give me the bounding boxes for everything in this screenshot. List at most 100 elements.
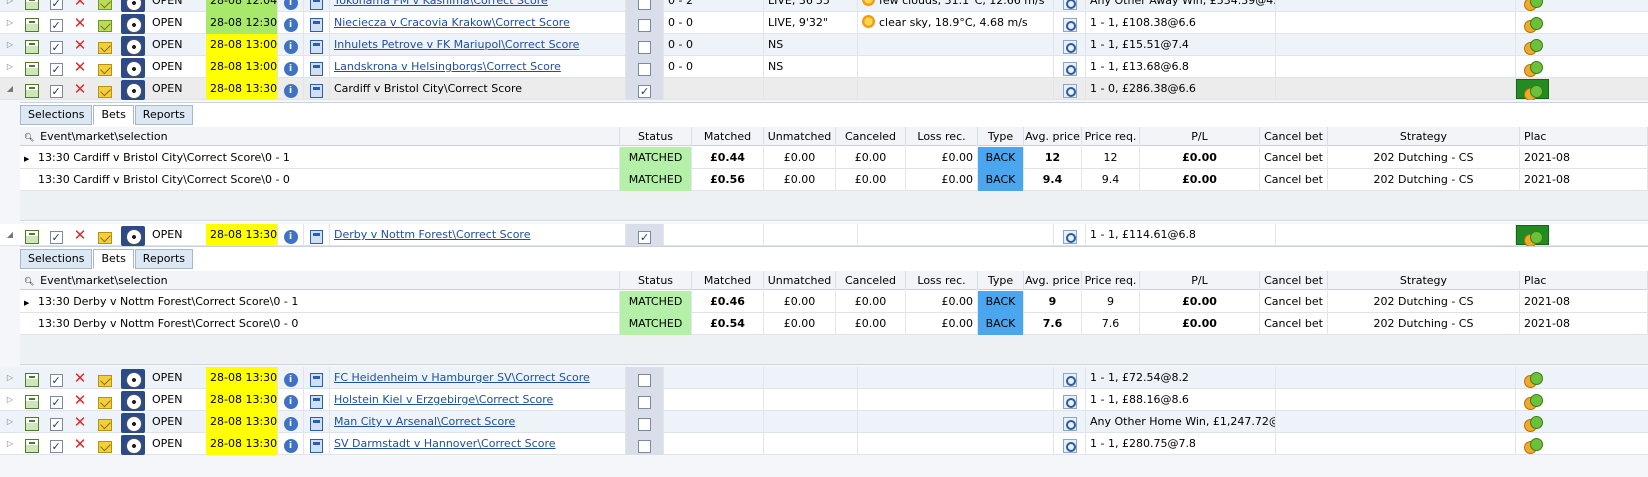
mail-button[interactable] bbox=[92, 34, 118, 56]
close-icon[interactable]: ✕ bbox=[74, 391, 87, 409]
market-checkbox[interactable] bbox=[638, 227, 651, 246]
market-checkbox[interactable] bbox=[638, 81, 651, 100]
magnifier-icon[interactable] bbox=[1062, 373, 1077, 387]
cashout-cell[interactable] bbox=[1516, 411, 1648, 433]
close-icon[interactable]: ✕ bbox=[74, 36, 87, 54]
info-icon[interactable]: i bbox=[283, 230, 298, 244]
info-button[interactable]: i bbox=[278, 56, 304, 78]
column-header-pl[interactable]: P/L bbox=[1140, 271, 1260, 290]
mail-icon[interactable] bbox=[98, 396, 112, 409]
bet-row[interactable]: 13:30 Derby v Nottm Forest\Correct Score… bbox=[20, 313, 1648, 335]
details-button[interactable] bbox=[1054, 389, 1086, 411]
cashout-cell[interactable] bbox=[1516, 34, 1648, 56]
info-icon[interactable]: i bbox=[283, 84, 298, 98]
calculator-icon[interactable] bbox=[310, 40, 323, 54]
bet-row[interactable]: ▶ 13:30 Cardiff v Bristol City\Correct S… bbox=[20, 147, 1648, 169]
search-icon[interactable]: 🔍︎ bbox=[24, 133, 34, 142]
document-icon[interactable] bbox=[20, 12, 44, 34]
close-market-button[interactable]: ✕ bbox=[68, 224, 92, 246]
market-select-cell[interactable] bbox=[626, 389, 664, 411]
info-icon[interactable]: i bbox=[283, 395, 298, 409]
info-icon[interactable]: i bbox=[283, 417, 298, 431]
mail-button[interactable] bbox=[92, 433, 118, 455]
checkbox-icon[interactable] bbox=[49, 227, 63, 246]
market-checkbox[interactable] bbox=[638, 0, 651, 10]
magnifier-icon[interactable] bbox=[1062, 62, 1077, 76]
calculator-icon[interactable] bbox=[310, 395, 323, 409]
market-select-cell[interactable] bbox=[626, 12, 664, 34]
info-button[interactable]: i bbox=[278, 411, 304, 433]
magnifier-icon[interactable] bbox=[1062, 18, 1077, 32]
document-icon[interactable] bbox=[20, 56, 44, 78]
coins-icon[interactable] bbox=[1524, 371, 1543, 388]
mail-icon[interactable] bbox=[98, 231, 112, 244]
calculator-button[interactable] bbox=[304, 34, 330, 56]
coins-icon[interactable] bbox=[1524, 437, 1543, 454]
info-icon[interactable]: i bbox=[283, 0, 298, 10]
market-link[interactable]: Landskrona v Helsingborgs\Correct Score bbox=[334, 60, 561, 73]
checkbox-icon[interactable] bbox=[49, 436, 63, 455]
column-header-canceled[interactable]: Canceled bbox=[836, 127, 906, 146]
expander-icon[interactable]: ◢ bbox=[0, 224, 20, 246]
cashout-cell[interactable] bbox=[1516, 224, 1648, 246]
market-link[interactable]: Nieciecza v Cracovia Krakow\Correct Scor… bbox=[334, 16, 570, 29]
market-link[interactable]: Derby v Nottm Forest\Correct Score bbox=[334, 228, 530, 241]
search-icon[interactable]: 🔍︎ bbox=[24, 277, 34, 286]
mail-button[interactable] bbox=[92, 389, 118, 411]
document-icon[interactable] bbox=[20, 0, 44, 12]
column-header-canceled[interactable]: Canceled bbox=[836, 271, 906, 290]
select-checkbox[interactable] bbox=[44, 367, 68, 389]
tab-selections[interactable]: Selections bbox=[20, 105, 93, 125]
column-header-unmatched[interactable]: Unmatched bbox=[764, 271, 836, 290]
info-icon[interactable]: i bbox=[283, 62, 298, 76]
close-market-button[interactable]: ✕ bbox=[68, 389, 92, 411]
close-icon[interactable]: ✕ bbox=[74, 435, 87, 453]
column-header-strategy[interactable]: Strategy bbox=[1328, 127, 1520, 146]
info-button[interactable]: i bbox=[278, 224, 304, 246]
mail-button[interactable] bbox=[92, 411, 118, 433]
close-icon[interactable]: ✕ bbox=[74, 80, 87, 98]
checkbox-icon[interactable] bbox=[49, 37, 63, 56]
details-button[interactable] bbox=[1054, 433, 1086, 455]
market-select-cell[interactable] bbox=[626, 0, 664, 12]
close-icon[interactable]: ✕ bbox=[74, 58, 87, 76]
market-checkbox[interactable] bbox=[638, 62, 651, 76]
cashout-cell[interactable] bbox=[1516, 367, 1648, 389]
tab-bets[interactable]: Bets bbox=[93, 249, 134, 269]
close-icon[interactable]: ✕ bbox=[74, 413, 87, 431]
coins-icon[interactable] bbox=[1524, 16, 1543, 33]
cashout-cell[interactable] bbox=[1516, 389, 1648, 411]
info-button[interactable]: i bbox=[278, 0, 304, 12]
calculator-button[interactable] bbox=[304, 367, 330, 389]
column-header-type[interactable]: Type bbox=[978, 271, 1024, 290]
checkbox-icon[interactable] bbox=[49, 59, 63, 78]
cashout-cell[interactable] bbox=[1516, 78, 1648, 100]
document-icon[interactable] bbox=[20, 78, 44, 100]
calculator-icon[interactable] bbox=[310, 62, 323, 76]
mail-icon[interactable] bbox=[98, 418, 112, 431]
select-checkbox[interactable] bbox=[44, 224, 68, 246]
mail-icon[interactable] bbox=[98, 440, 112, 453]
details-button[interactable] bbox=[1054, 224, 1086, 246]
column-header-loss[interactable]: Loss rec. bbox=[906, 127, 978, 146]
mail-button[interactable] bbox=[92, 367, 118, 389]
close-market-button[interactable]: ✕ bbox=[68, 411, 92, 433]
market-link[interactable]: Man City v Arsenal\Correct Score bbox=[334, 415, 515, 428]
column-header-placed[interactable]: Plac bbox=[1520, 271, 1648, 290]
market-link[interactable]: Cardiff v Bristol City\Correct Score bbox=[334, 82, 522, 95]
coins-icon[interactable] bbox=[1524, 393, 1543, 410]
cashout-cell[interactable] bbox=[1516, 433, 1648, 455]
calculator-button[interactable] bbox=[304, 224, 330, 246]
info-button[interactable]: i bbox=[278, 433, 304, 455]
coins-icon[interactable] bbox=[1524, 0, 1543, 11]
info-button[interactable]: i bbox=[278, 12, 304, 34]
column-header-unmatched[interactable]: Unmatched bbox=[764, 127, 836, 146]
mail-icon[interactable] bbox=[98, 374, 112, 387]
column-header-status[interactable]: Status bbox=[620, 127, 692, 146]
info-icon[interactable]: i bbox=[283, 40, 298, 54]
column-header-status[interactable]: Status bbox=[620, 271, 692, 290]
expander-icon[interactable]: ▷ bbox=[0, 389, 20, 411]
market-checkbox[interactable] bbox=[638, 18, 651, 32]
column-header-loss[interactable]: Loss rec. bbox=[906, 271, 978, 290]
tab-bets[interactable]: Bets bbox=[93, 105, 134, 125]
